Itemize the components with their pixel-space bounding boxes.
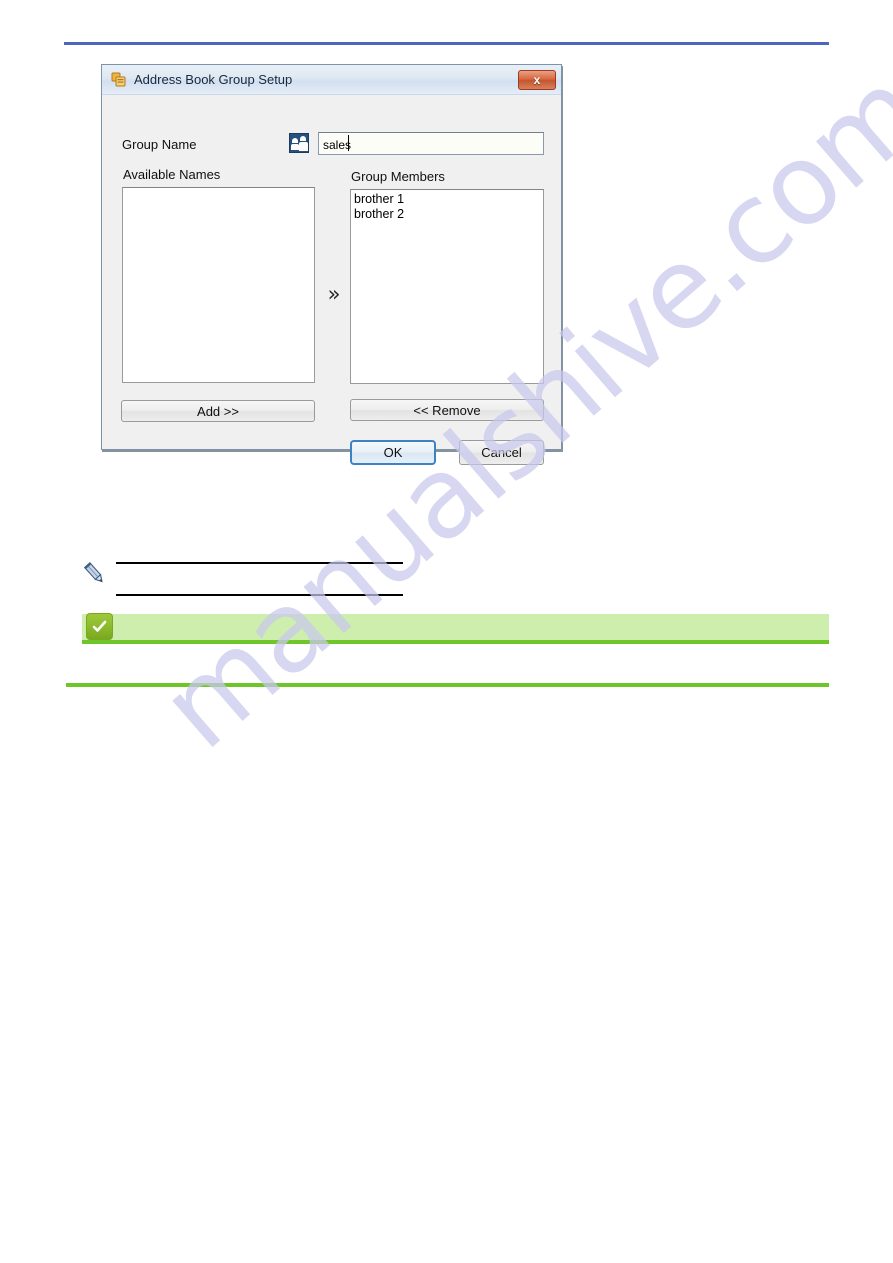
group-name-input[interactable] [318, 132, 544, 155]
watermark: manualshive.com [137, 46, 893, 950]
dialog-title: Address Book Group Setup [134, 72, 293, 87]
note-rule-top [116, 562, 403, 564]
address-book-icon [111, 72, 127, 88]
list-item[interactable]: brother 2 [354, 207, 543, 222]
green-check-icon [86, 613, 113, 640]
page-top-rule [64, 42, 829, 45]
group-name-label: Group Name [122, 137, 197, 152]
available-names-listbox[interactable] [122, 187, 315, 383]
dialog-body: Group Name Available Names Group Members… [102, 95, 561, 465]
pencil-icon [82, 560, 108, 586]
tip-rule-bottom [66, 683, 829, 687]
text-caret [348, 135, 349, 151]
transfer-chevron-icon: » [327, 281, 341, 306]
add-button[interactable]: Add >> [121, 400, 315, 422]
cancel-button[interactable]: Cancel [459, 440, 544, 465]
dialog-titlebar[interactable]: Address Book Group Setup x [102, 65, 561, 95]
address-book-group-setup-dialog: Address Book Group Setup x Group Name Av… [101, 64, 562, 465]
group-contacts-icon[interactable] [289, 133, 309, 153]
note-block [82, 556, 412, 606]
group-members-listbox[interactable]: brother 1 brother 2 [350, 189, 544, 384]
list-item[interactable]: brother 1 [354, 192, 543, 207]
tip-rule-top [82, 640, 829, 644]
ok-button[interactable]: OK [350, 440, 436, 465]
tip-band [82, 614, 829, 640]
close-icon[interactable]: x [518, 70, 556, 90]
remove-button[interactable]: << Remove [350, 399, 544, 421]
available-names-label: Available Names [123, 167, 221, 182]
group-members-label: Group Members [351, 169, 445, 184]
note-rule-bottom [116, 594, 403, 596]
